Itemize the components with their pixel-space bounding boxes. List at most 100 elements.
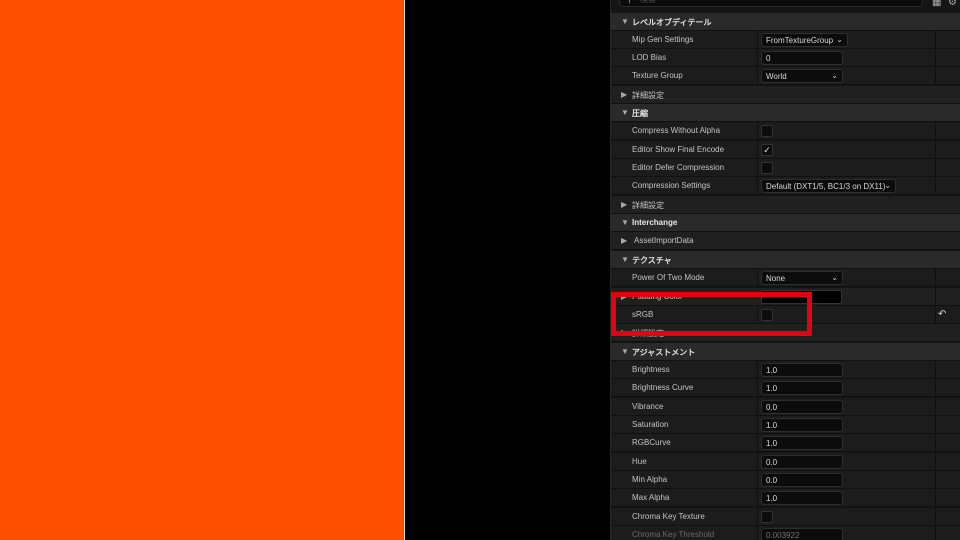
padding-color-swatch[interactable]: [761, 290, 842, 304]
prop-label: Vibrance: [632, 402, 664, 411]
prop-label: sRGB: [632, 310, 654, 319]
prop-vibrance: Vibrance 0.0: [611, 398, 960, 416]
prop-label: Texture Group: [632, 71, 683, 80]
checkmark-icon: ✓: [763, 145, 771, 155]
search-placeholder: 検索: [640, 0, 656, 5]
expand-arrow-icon: ▶: [621, 90, 628, 99]
section-level-of-detail[interactable]: ▼ レベルオブディテール: [611, 13, 960, 31]
section-label: Interchange: [632, 218, 678, 227]
prop-rgb-curve: RGBCurve 1.0: [611, 434, 960, 452]
prop-chroma-key-threshold: Chroma Key Threshold 0.003922: [611, 526, 960, 540]
texture-preview-orange: [0, 0, 404, 540]
compress-without-alpha-checkbox[interactable]: [761, 125, 773, 137]
prop-label: Min Alpha: [632, 475, 668, 484]
search-input[interactable]: ⚲ 検索: [619, 0, 923, 7]
texture-preview-black: [405, 0, 610, 540]
compression-settings-dropdown[interactable]: Default (DXT1/5, BC1/3 on DX11) ⌄: [761, 179, 896, 193]
collapse-arrow-icon: ▼: [621, 17, 629, 26]
dropdown-value: None: [766, 274, 786, 283]
reset-to-default-icon[interactable]: ↶: [938, 309, 946, 320]
prop-chroma-key-texture: Chroma Key Texture: [611, 508, 960, 526]
section-label: レベルオブディテール: [632, 18, 712, 27]
details-toolbar: ⚲ 検索 ▦ ⚙: [611, 0, 960, 10]
srgb-checkbox[interactable]: [761, 309, 773, 321]
brightness-curve-input[interactable]: 1.0: [761, 381, 843, 395]
details-panel: ⚲ 検索 ▦ ⚙ ▼ レベルオブディテール Mip Gen Settings F…: [610, 0, 960, 540]
saturation-input[interactable]: 1.0: [761, 418, 843, 432]
chroma-key-threshold-input[interactable]: 0.003922: [761, 528, 843, 540]
editor-show-final-encode-checkbox[interactable]: ✓: [761, 144, 773, 156]
advanced-group-1[interactable]: ▶ 詳細設定: [611, 86, 960, 104]
dropdown-value: Default (DXT1/5, BC1/3 on DX11): [766, 182, 886, 191]
chevron-down-icon: ⌄: [831, 273, 838, 282]
prop-saturation: Saturation 1.0: [611, 416, 960, 434]
group-label: AssetImportData: [634, 236, 694, 245]
collapse-arrow-icon: ▼: [621, 218, 629, 227]
prop-editor-defer-compression: Editor Defer Compression: [611, 159, 960, 177]
collapse-arrow-icon: ▼: [621, 255, 629, 264]
advanced-group-2[interactable]: ▶ 詳細設定: [611, 196, 960, 214]
prop-compression-settings: Compression Settings Default (DXT1/5, BC…: [611, 177, 960, 195]
chevron-down-icon: ⌄: [884, 181, 891, 190]
section-texture[interactable]: ▼ テクスチャ: [611, 251, 960, 269]
prop-label: Brightness Curve: [632, 383, 694, 392]
prop-label: Power Of Two Mode: [632, 273, 705, 282]
expand-arrow-icon[interactable]: ▶: [621, 292, 627, 301]
prop-label: Mip Gen Settings: [632, 35, 694, 44]
dropdown-value: FromTextureGroup: [766, 36, 834, 45]
collapse-arrow-icon: ▼: [621, 108, 629, 117]
prop-label: Max Alpha: [632, 493, 670, 502]
group-label: 詳細設定: [632, 91, 664, 100]
collapse-arrow-icon: ▼: [621, 347, 629, 356]
prop-brightness: Brightness 1.0: [611, 361, 960, 379]
chevron-down-icon: ⌄: [831, 71, 838, 80]
prop-label: Compression Settings: [632, 181, 711, 190]
asset-import-data-group[interactable]: ▶ AssetImportData: [611, 232, 960, 250]
prop-srgb: sRGB ↶: [611, 306, 960, 324]
prop-label: Saturation: [632, 420, 669, 429]
advanced-group-3[interactable]: ▶ 詳細設定: [611, 324, 960, 342]
brightness-input[interactable]: 1.0: [761, 363, 843, 377]
grid-icon[interactable]: ▦: [932, 0, 941, 8]
group-label: 詳細設定: [632, 329, 664, 338]
prop-label: LOD Bias: [632, 53, 667, 62]
power-of-two-mode-dropdown[interactable]: None ⌄: [761, 271, 843, 285]
expand-arrow-icon: ▶: [621, 236, 628, 245]
prop-editor-show-final-encode: Editor Show Final Encode ✓: [611, 141, 960, 159]
prop-label: Chroma Key Threshold: [632, 530, 715, 539]
min-alpha-input[interactable]: 0.0: [761, 473, 843, 487]
prop-lod-bias: LOD Bias 0: [611, 49, 960, 67]
section-label: 圧縮: [632, 109, 648, 118]
hue-input[interactable]: 0.0: [761, 455, 843, 469]
prop-padding-color: ▶ Padding Color: [611, 288, 960, 306]
prop-label: Padding Color: [632, 292, 683, 301]
prop-min-alpha: Min Alpha 0.0: [611, 471, 960, 489]
lod-bias-input[interactable]: 0: [761, 51, 843, 65]
section-compression[interactable]: ▼ 圧縮: [611, 104, 960, 122]
prop-power-of-two-mode: Power Of Two Mode None ⌄: [611, 269, 960, 287]
vibrance-input[interactable]: 0.0: [761, 400, 843, 414]
prop-label: Editor Show Final Encode: [632, 145, 725, 154]
editor-defer-compression-checkbox[interactable]: [761, 162, 773, 174]
section-interchange[interactable]: ▼ Interchange: [611, 214, 960, 232]
prop-label: Editor Defer Compression: [632, 163, 725, 172]
max-alpha-input[interactable]: 1.0: [761, 491, 843, 505]
chroma-key-texture-checkbox[interactable]: [761, 511, 773, 523]
texture-group-dropdown[interactable]: World ⌄: [761, 69, 843, 83]
group-label: 詳細設定: [632, 201, 664, 210]
prop-label: Brightness: [632, 365, 670, 374]
dropdown-value: World: [766, 72, 787, 81]
rgb-curve-input[interactable]: 1.0: [761, 436, 843, 450]
settings-icon[interactable]: ⚙: [948, 0, 957, 8]
chevron-down-icon: ⌄: [836, 35, 843, 44]
prop-label: RGBCurve: [632, 438, 671, 447]
prop-label: Compress Without Alpha: [632, 126, 721, 135]
prop-brightness-curve: Brightness Curve 1.0: [611, 379, 960, 397]
section-adjustments[interactable]: ▼ アジャストメント: [611, 343, 960, 361]
prop-hue: Hue 0.0: [611, 453, 960, 471]
prop-max-alpha: Max Alpha 1.0: [611, 489, 960, 507]
prop-compress-without-alpha: Compress Without Alpha: [611, 122, 960, 140]
section-label: テクスチャ: [632, 256, 672, 265]
expand-arrow-icon: ▶: [621, 328, 628, 337]
mip-gen-settings-dropdown[interactable]: FromTextureGroup ⌄: [761, 33, 848, 47]
